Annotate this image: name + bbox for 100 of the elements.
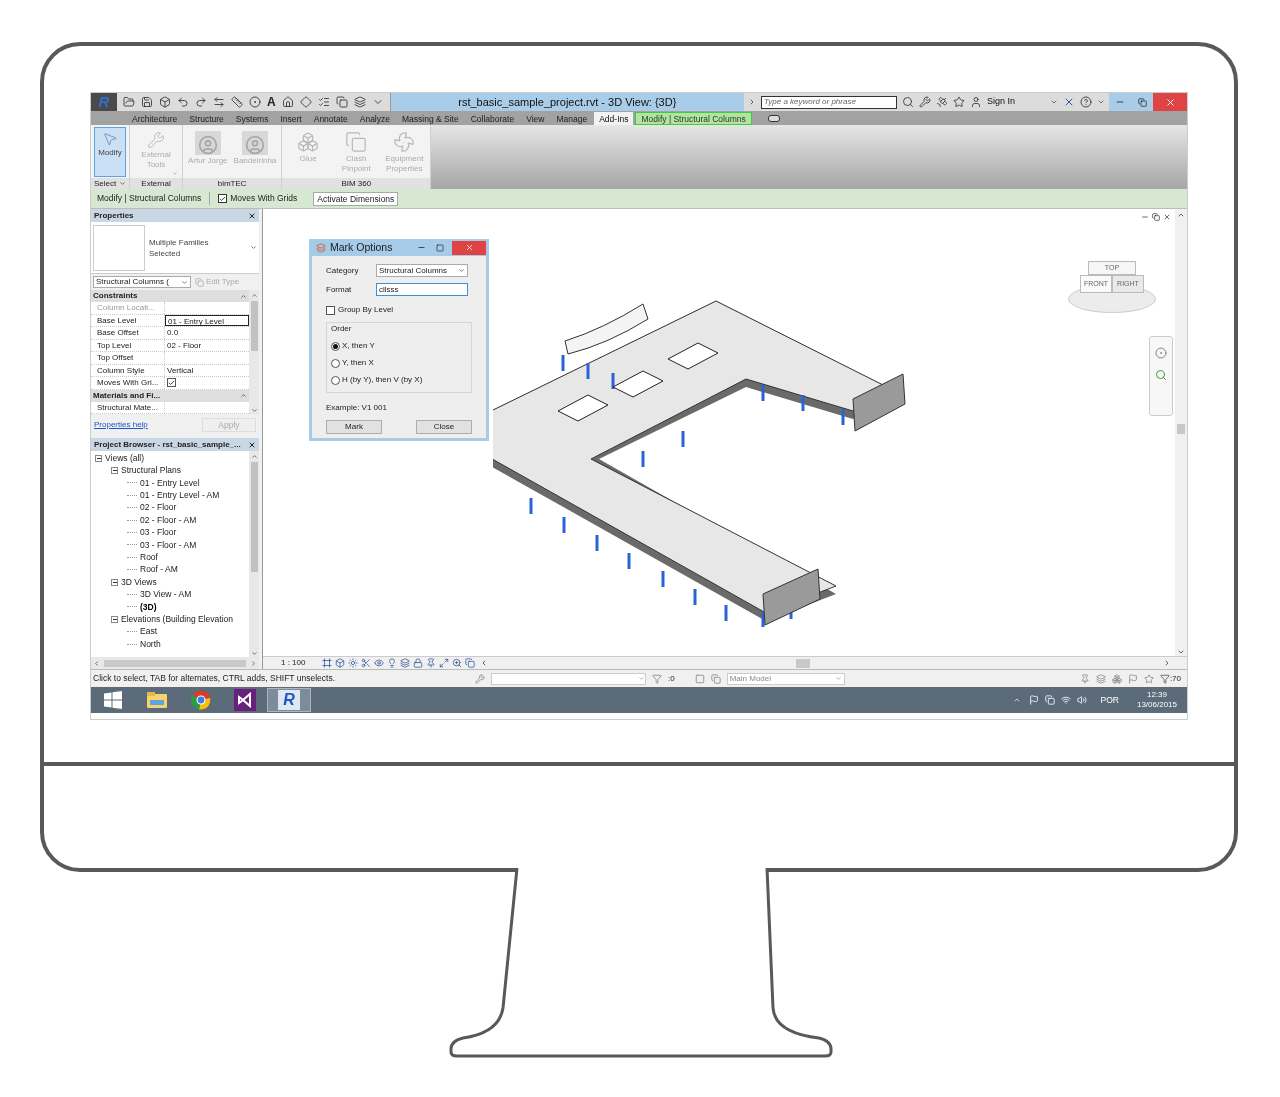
tree-item[interactable]: 03 - Floor: [140, 526, 177, 539]
cube-icon[interactable]: [159, 96, 171, 108]
user-icon[interactable]: [969, 96, 982, 108]
redo-icon[interactable]: [195, 96, 207, 108]
scroll-right-icon[interactable]: [250, 659, 257, 667]
folder-icon[interactable]: [123, 96, 135, 108]
checkbox[interactable]: [326, 305, 335, 315]
collapse-toggle-icon[interactable]: [111, 615, 118, 623]
activate-dimensions-button[interactable]: Activate Dimensions: [313, 191, 399, 206]
tree-item[interactable]: (3D): [140, 600, 157, 614]
ribbon-minimize-icon[interactable]: [767, 115, 780, 122]
scrollbar-thumb[interactable]: [250, 462, 258, 572]
ribbon-tab[interactable]: Structure: [184, 112, 229, 125]
ruler-icon[interactable]: [231, 96, 243, 108]
scrollbar-thumb[interactable]: [1177, 424, 1185, 434]
sign-in-button[interactable]: Sign In: [986, 95, 1015, 109]
collapse-toggle-icon[interactable]: [95, 454, 102, 462]
ribbon-button[interactable]: Modify: [94, 127, 126, 177]
close-icon[interactable]: [1163, 213, 1171, 221]
properties-help-link[interactable]: Properties help: [94, 419, 148, 431]
radio-button[interactable]: [331, 341, 340, 351]
star-icon[interactable]: [952, 96, 965, 108]
eye-icon[interactable]: [374, 658, 385, 668]
help-icon[interactable]: [1080, 96, 1092, 108]
ribbon-tab[interactable]: Modify | Structural Columns: [635, 112, 752, 125]
property-value[interactable]: 0.0: [165, 327, 249, 339]
ribbon-tab[interactable]: Manage: [551, 112, 593, 125]
category-dropdown[interactable]: Structural Columns: [376, 264, 468, 277]
lightbulb-icon[interactable]: [387, 658, 398, 668]
speaker-icon[interactable]: [1076, 695, 1087, 705]
dialog-button[interactable]: Close: [416, 420, 472, 434]
text-tool-icon[interactable]: A: [267, 96, 276, 108]
scroll-up-icon[interactable]: [250, 453, 258, 460]
language-indicator[interactable]: POR: [1100, 693, 1119, 707]
ribbon-tab[interactable]: Insert: [275, 112, 307, 125]
filter-icon[interactable]: [1159, 673, 1170, 684]
lock-icon[interactable]: [413, 658, 424, 668]
pin-icon[interactable]: [1079, 673, 1090, 684]
tree-item[interactable]: 3D Views: [121, 575, 157, 589]
property-value[interactable]: Vertical: [165, 364, 249, 376]
sun-icon[interactable]: [348, 658, 359, 668]
tray-expand-icon[interactable]: [1012, 696, 1021, 704]
restore-icon[interactable]: [1152, 213, 1160, 221]
scroll-up-icon[interactable]: [1177, 211, 1185, 219]
tree-item[interactable]: East: [140, 625, 157, 639]
star-icon[interactable]: [1143, 673, 1154, 684]
tree-item[interactable]: 03 - Floor - AM: [140, 538, 197, 552]
property-value[interactable]: 01 - Entry Level: [165, 314, 249, 326]
ribbon-tab[interactable]: Analyze: [354, 112, 395, 125]
checkbox[interactable]: [167, 378, 176, 388]
maximize-icon[interactable]: [436, 243, 444, 252]
close-icon[interactable]: [248, 440, 256, 449]
tree-item[interactable]: North: [140, 637, 161, 651]
windows-icon[interactable]: [465, 658, 476, 668]
ribbon-tab[interactable]: Add-Ins: [594, 112, 634, 125]
flag-icon[interactable]: [1028, 695, 1039, 705]
scroll-down-icon[interactable]: [1177, 648, 1185, 656]
scroll-up-icon[interactable]: [250, 292, 258, 299]
circle-icon[interactable]: [249, 96, 261, 108]
tree-item[interactable]: 02 - Floor: [140, 501, 177, 515]
scroll-right-icon[interactable]: [1163, 659, 1171, 667]
dropdown-icon[interactable]: [250, 244, 257, 251]
ribbon-tab[interactable]: View: [521, 112, 550, 125]
arrow-icon[interactable]: [213, 96, 225, 108]
property-group[interactable]: Constraints: [91, 290, 249, 302]
radio-button[interactable]: [331, 375, 340, 385]
wrench-icon[interactable]: [918, 96, 931, 108]
satellite-icon[interactable]: [935, 96, 948, 108]
collapse-toggle-icon[interactable]: [111, 578, 118, 586]
close-icon[interactable]: [248, 211, 256, 220]
zoom-icon[interactable]: [452, 658, 463, 668]
scroll-down-icon[interactable]: [250, 407, 258, 414]
zoom-icon[interactable]: [1155, 369, 1167, 381]
format-field[interactable]: cllsss: [376, 283, 468, 296]
scrollbar-thumb[interactable]: [250, 301, 258, 351]
tree-item[interactable]: 01 - Entry Level: [140, 476, 200, 490]
cube-icon[interactable]: [335, 658, 346, 668]
checkbox[interactable]: [218, 194, 228, 203]
dropdown-icon[interactable]: [119, 180, 127, 187]
ribbon-tab[interactable]: Massing & Site: [397, 112, 464, 125]
scissors-icon[interactable]: [361, 658, 372, 668]
ribbon-tab[interactable]: Collaborate: [465, 112, 520, 125]
model-dropdown[interactable]: Main Model: [726, 672, 845, 685]
blocks-icon[interactable]: [1111, 673, 1122, 684]
pin-icon[interactable]: [426, 658, 437, 668]
house-icon[interactable]: [281, 96, 294, 108]
tree-item[interactable]: 02 - Floor - AM: [140, 513, 197, 527]
ribbon-tab[interactable]: Annotate: [308, 112, 353, 125]
network-icon[interactable]: [1060, 695, 1071, 705]
dropdown-icon[interactable]: [1097, 98, 1105, 106]
search-field[interactable]: Type a keyword or phrase: [760, 95, 897, 109]
radio-button[interactable]: [331, 358, 340, 368]
scale-label[interactable]: 1 : 100: [281, 657, 306, 669]
tree-item[interactable]: Roof: [140, 550, 158, 564]
panel-label[interactable]: Select: [93, 177, 117, 190]
tree-item[interactable]: 01 - Entry Level - AM: [140, 489, 220, 502]
collapse-toggle-icon[interactable]: [111, 467, 118, 475]
diamond-icon[interactable]: [299, 96, 312, 108]
save-icon[interactable]: [141, 96, 153, 108]
scrollbar-thumb[interactable]: [796, 658, 811, 668]
